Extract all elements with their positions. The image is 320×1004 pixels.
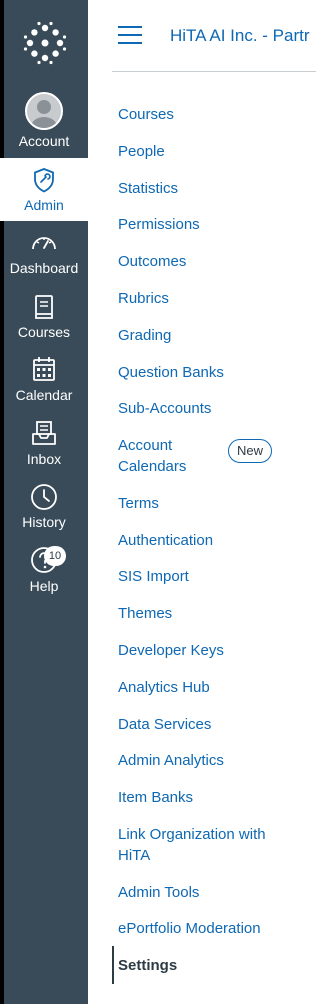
nav-help-label: Help bbox=[29, 578, 59, 594]
nav-dashboard[interactable]: Dashboard bbox=[0, 226, 88, 288]
account-nav-authentication[interactable]: Authentication bbox=[118, 530, 213, 551]
account-nav-sub-accounts[interactable]: Sub-Accounts bbox=[118, 398, 211, 419]
account-nav-courses[interactable]: Courses bbox=[118, 104, 174, 125]
canvas-page: Account Admin Dashboard Courses Calendar… bbox=[0, 0, 316, 1004]
account-nav-analytics-hub[interactable]: Analytics Hub bbox=[118, 677, 210, 698]
header-divider bbox=[112, 71, 316, 72]
account-nav-admin-analytics[interactable]: Admin Analytics bbox=[118, 750, 224, 771]
nav-admin[interactable]: Admin bbox=[0, 158, 88, 221]
help-notification-badge: 10 bbox=[44, 546, 66, 566]
account-nav-account-calendars[interactable]: Account Calendars New bbox=[118, 435, 308, 479]
inbox-icon bbox=[31, 420, 57, 451]
account-nav-item-banks[interactable]: Item Banks bbox=[118, 787, 193, 808]
dashboard-icon bbox=[30, 232, 58, 257]
book-icon bbox=[34, 294, 54, 325]
active-link-indicator bbox=[112, 946, 114, 984]
nav-inbox[interactable]: Inbox bbox=[0, 418, 88, 480]
account-nav-rubrics[interactable]: Rubrics bbox=[118, 288, 169, 309]
account-nav-statistics[interactable]: Statistics bbox=[118, 178, 178, 199]
shield-icon bbox=[33, 167, 55, 198]
account-nav-question-banks[interactable]: Question Banks bbox=[118, 362, 224, 383]
account-nav-link-organization[interactable]: Link Organization with HiTA bbox=[118, 824, 288, 866]
account-calendars-label: Account Calendars bbox=[118, 437, 187, 475]
breadcrumb-account-name[interactable]: HiTA AI Inc. - Partr bbox=[170, 25, 310, 47]
nav-courses-label: Courses bbox=[17, 324, 71, 340]
account-nav-admin-tools[interactable]: Admin Tools bbox=[118, 882, 199, 903]
avatar bbox=[25, 92, 63, 130]
nav-inbox-label: Inbox bbox=[26, 451, 62, 467]
account-nav-settings[interactable]: Settings bbox=[118, 955, 177, 976]
nav-courses[interactable]: Courses bbox=[0, 290, 88, 352]
calendar-icon bbox=[32, 356, 56, 387]
account-nav-developer-keys[interactable]: Developer Keys bbox=[118, 640, 224, 661]
nav-calendar[interactable]: Calendar bbox=[0, 354, 88, 416]
nav-help[interactable]: 10 Help bbox=[0, 544, 88, 606]
hamburger-icon[interactable] bbox=[118, 26, 142, 46]
nav-account-label: Account bbox=[18, 133, 70, 149]
global-nav: Account Admin Dashboard Courses Calendar… bbox=[0, 0, 88, 1004]
account-nav-themes[interactable]: Themes bbox=[118, 603, 172, 624]
account-nav-outcomes[interactable]: Outcomes bbox=[118, 251, 186, 272]
account-nav-permissions[interactable]: Permissions bbox=[118, 214, 200, 235]
clock-icon bbox=[30, 483, 58, 516]
nav-admin-label: Admin bbox=[24, 197, 64, 213]
canvas-logo-icon[interactable] bbox=[22, 20, 68, 66]
account-nav-eportfolio-moderation[interactable]: ePortfolio Moderation bbox=[118, 918, 261, 939]
account-nav-people[interactable]: People bbox=[118, 141, 165, 162]
account-nav-sis-import[interactable]: SIS Import bbox=[118, 566, 189, 587]
nav-history-label: History bbox=[22, 514, 66, 530]
account-nav-data-services[interactable]: Data Services bbox=[118, 714, 211, 735]
account-nav-terms[interactable]: Terms bbox=[118, 493, 159, 514]
nav-calendar-label: Calendar bbox=[15, 387, 73, 403]
new-badge: New bbox=[228, 439, 273, 463]
account-nav-grading[interactable]: Grading bbox=[118, 325, 171, 346]
nav-dashboard-label: Dashboard bbox=[9, 260, 79, 276]
nav-history[interactable]: History bbox=[0, 482, 88, 544]
nav-account[interactable]: Account bbox=[0, 92, 88, 154]
page-header: HiTA AI Inc. - Partr bbox=[88, 0, 316, 72]
